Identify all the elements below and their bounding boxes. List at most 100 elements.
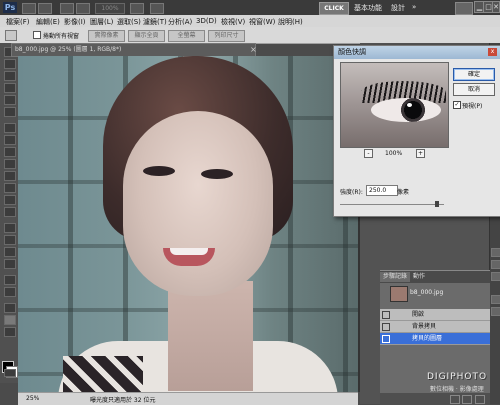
- filter-preview[interactable]: [340, 62, 449, 148]
- new-document-icon[interactable]: [450, 395, 460, 404]
- actual-pixels-button[interactable]: 實際像素: [88, 30, 125, 42]
- photo-right-eye: [201, 169, 233, 179]
- history-brush-source-icon[interactable]: [382, 311, 390, 319]
- bridge-icon[interactable]: [22, 3, 36, 14]
- menu-view[interactable]: 檢視(V): [221, 17, 245, 27]
- preview-catchlight: [407, 103, 412, 107]
- history-item-label: 拷貝的圖層: [412, 335, 443, 342]
- tab-history[interactable]: 步驟記錄: [380, 272, 411, 282]
- arrange-documents-icon[interactable]: [130, 3, 144, 14]
- panel-icon[interactable]: [491, 272, 500, 281]
- menu-help[interactable]: 說明(H): [278, 17, 303, 27]
- fill-screen-button[interactable]: 全螢幕: [168, 30, 205, 42]
- menu-window[interactable]: 視窗(W): [249, 17, 275, 27]
- brush-tool-icon[interactable]: [4, 135, 16, 145]
- hand-tool-icon[interactable]: [4, 303, 16, 313]
- path-selection-tool-icon[interactable]: [4, 247, 16, 257]
- marquee-tool-icon[interactable]: [4, 59, 16, 69]
- shape-tool-icon[interactable]: [4, 259, 16, 269]
- gradient-tool-icon[interactable]: [4, 183, 16, 193]
- dodge-tool-icon[interactable]: [4, 207, 16, 217]
- lasso-tool-icon[interactable]: [4, 71, 16, 81]
- panel-icon[interactable]: [491, 307, 500, 316]
- snapshot-name[interactable]: b8_000.jpg: [410, 289, 443, 296]
- radius-slider-thumb[interactable]: [435, 201, 439, 207]
- zoom-tool-icon[interactable]: [76, 3, 90, 14]
- toolbox: [0, 43, 19, 383]
- cs-live-button[interactable]: [455, 2, 473, 15]
- tab-actions[interactable]: 動作: [410, 272, 428, 282]
- healing-brush-tool-icon[interactable]: [4, 123, 16, 133]
- workspace-more-link[interactable]: »: [412, 3, 416, 11]
- crop-tool-icon[interactable]: [4, 95, 16, 105]
- blur-tool-icon[interactable]: [4, 195, 16, 205]
- hand-icon[interactable]: [60, 3, 74, 14]
- history-item-label: 背景拷貝: [412, 323, 437, 330]
- history-item[interactable]: 開啟: [380, 309, 490, 321]
- radius-input[interactable]: 250.0: [366, 185, 398, 196]
- history-brush-source-icon[interactable]: [382, 323, 390, 331]
- fit-screen-button[interactable]: 顯示全頁: [128, 30, 165, 42]
- scroll-all-checkbox[interactable]: [33, 31, 41, 39]
- preview-eye: [371, 98, 441, 122]
- ok-button[interactable]: 確定: [453, 68, 495, 81]
- tool-preset-picker-icon[interactable]: [5, 30, 17, 41]
- panel-icon[interactable]: [491, 295, 500, 304]
- 3d-orbit-tool-icon[interactable]: [4, 287, 16, 297]
- dialog-title[interactable]: 顏色快調: [334, 46, 500, 59]
- history-item-selected[interactable]: 拷貝的圖層: [380, 333, 490, 345]
- zoom-tool-icon[interactable]: [4, 315, 16, 325]
- quick-select-tool-icon[interactable]: [4, 83, 16, 93]
- menu-image[interactable]: 影像(I): [64, 17, 86, 27]
- menu-analysis[interactable]: 分析(A): [168, 17, 192, 27]
- history-panel-tabs: 步驟記錄 動作: [380, 271, 490, 283]
- panel-icon[interactable]: [491, 248, 500, 257]
- menu-3d[interactable]: 3D(D): [196, 17, 217, 25]
- trash-icon[interactable]: [475, 395, 485, 404]
- radius-slider[interactable]: [340, 201, 444, 207]
- panel-icon[interactable]: [491, 260, 500, 269]
- dialog-close-icon[interactable]: x: [488, 48, 497, 56]
- document-tab[interactable]: b8_000.jpg @ 25% (圖層 1, RGB/8*) ×: [11, 43, 257, 57]
- clone-stamp-tool-icon[interactable]: [4, 147, 16, 157]
- photo-neck: [168, 281, 253, 391]
- status-zoom[interactable]: 25%: [26, 395, 39, 402]
- menu-layer[interactable]: 圖層(L): [90, 17, 113, 27]
- zoom-out-button[interactable]: -: [364, 149, 373, 158]
- new-snapshot-icon[interactable]: [462, 395, 472, 404]
- click-button[interactable]: CLICK: [319, 2, 349, 15]
- close-button[interactable]: ✕: [492, 1, 500, 13]
- eyedropper-tool-icon[interactable]: [4, 107, 16, 117]
- workspace-design-link[interactable]: 設計: [391, 3, 405, 13]
- pen-tool-icon[interactable]: [4, 223, 16, 233]
- 3d-rotate-tool-icon[interactable]: [4, 275, 16, 285]
- preview-checkbox[interactable]: ✓: [453, 101, 461, 109]
- print-size-button[interactable]: 列印尺寸: [208, 30, 245, 42]
- menu-edit[interactable]: 編輯(E): [36, 17, 60, 27]
- minibridge-icon[interactable]: [38, 3, 52, 14]
- photo-shirt-print: [63, 356, 143, 392]
- type-tool-icon[interactable]: [4, 235, 16, 245]
- snapshot-thumbnail[interactable]: [390, 286, 408, 302]
- status-bar: 25% 曝光度只適用於 32 位元: [18, 392, 358, 405]
- zoom-in-button[interactable]: +: [416, 149, 425, 158]
- zoom-level-select[interactable]: 100%: [95, 3, 125, 14]
- screen-mode-icon[interactable]: [150, 3, 164, 14]
- cancel-button[interactable]: 取消: [453, 83, 495, 96]
- title-bar: Ps 100% CLICK 基本功能 設計 » ▁ □ ✕: [0, 0, 500, 15]
- close-document-icon[interactable]: ×: [250, 44, 257, 56]
- eraser-tool-icon[interactable]: [4, 171, 16, 181]
- menu-filter[interactable]: 濾鏡(T): [143, 17, 167, 27]
- preview-zoom-percent: 100%: [385, 150, 403, 157]
- status-info[interactable]: 曝光度只適用於 32 位元: [90, 395, 155, 404]
- menu-file[interactable]: 檔案(F): [6, 17, 30, 27]
- history-item[interactable]: 背景拷貝: [380, 321, 490, 333]
- image-canvas[interactable]: [18, 56, 358, 392]
- rotate-view-tool-icon[interactable]: [4, 327, 16, 337]
- history-brush-tool-icon[interactable]: [4, 159, 16, 169]
- menu-select[interactable]: 選取(S): [117, 17, 141, 27]
- quick-mask-icon[interactable]: [4, 369, 16, 377]
- history-brush-source-icon[interactable]: [382, 335, 390, 343]
- watermark-subtitle: 數位相機 · 影像處理: [430, 386, 484, 393]
- workspace-essentials-link[interactable]: 基本功能: [354, 3, 382, 13]
